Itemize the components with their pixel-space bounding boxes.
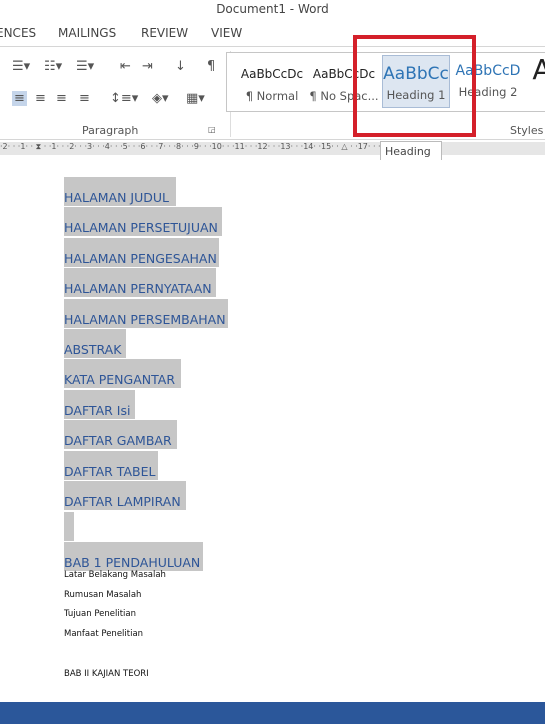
- heading-paragraph[interactable]: HALAMAN PERSETUJUAN: [64, 207, 222, 237]
- line-spacing-icon[interactable]: ↕≡▾: [110, 91, 138, 106]
- subheading-paragraph[interactable]: Manfaat Penelitian: [64, 629, 143, 639]
- style-normal[interactable]: AaBbCcDc ¶ Normal: [237, 59, 307, 109]
- heading-paragraph[interactable]: DAFTAR Isi: [64, 389, 135, 419]
- heading-paragraph[interactable]: HALAMAN PENGESAHAN: [64, 237, 219, 267]
- bullets-icon[interactable]: ☰▾: [12, 59, 30, 74]
- tab-view[interactable]: VIEW: [211, 26, 242, 40]
- chapter-heading[interactable]: BAB 1 PENDAHULUAN: [64, 542, 203, 571]
- subheading-paragraph[interactable]: Tujuan Penelitian: [64, 609, 136, 619]
- tab-mailings[interactable]: MAILINGS: [58, 26, 116, 40]
- align-right-icon[interactable]: ≡: [56, 91, 67, 106]
- tab-references[interactable]: ENCES: [0, 26, 36, 40]
- heading-paragraph[interactable]: DAFTAR GAMBAR: [64, 420, 177, 450]
- empty-selected-paragraph: [64, 512, 74, 541]
- sort-icon[interactable]: ↓: [175, 59, 186, 74]
- subheading-paragraph[interactable]: Latar Belakang Masalah: [64, 570, 166, 580]
- heading-paragraph[interactable]: ABSTRAK: [64, 329, 126, 358]
- decrease-indent-icon[interactable]: ⇤: [120, 59, 131, 74]
- heading-paragraph[interactable]: HALAMAN JUDUL: [64, 177, 176, 206]
- paragraph-group-label: Paragraph: [82, 124, 139, 137]
- styles-group-label: Styles: [510, 124, 544, 137]
- tab-review[interactable]: REVIEW: [141, 26, 188, 40]
- heading-paragraph[interactable]: KATA PENGANTAR: [64, 359, 181, 389]
- justify-icon[interactable]: ≡: [79, 91, 90, 106]
- heading-paragraph[interactable]: DAFTAR LAMPIRAN: [64, 481, 186, 510]
- status-bar: [0, 702, 545, 724]
- heading-paragraph[interactable]: DAFTAR TABEL: [64, 450, 158, 480]
- window-title: Document1 - Word: [216, 2, 329, 16]
- document-page[interactable]: HALAMAN JUDUL HALAMAN PERSETUJUAN HALAMAN …: [0, 160, 545, 702]
- heading-paragraph[interactable]: HALAMAN PERSEMBAHAN: [64, 298, 228, 328]
- highlight-annotation-box: [353, 35, 476, 137]
- align-center-icon[interactable]: ≡: [35, 91, 46, 106]
- shading-icon[interactable]: ◈▾: [152, 91, 169, 106]
- style-preview: A: [532, 53, 545, 86]
- style-title[interactable]: A: [527, 53, 545, 103]
- chapter-heading[interactable]: BAB II KAJIAN TEORI: [64, 669, 149, 679]
- align-left-icon[interactable]: ≡: [12, 91, 27, 106]
- paragraph-dialog-launcher-icon[interactable]: ◲: [208, 125, 216, 134]
- numbering-icon[interactable]: ☷▾: [44, 59, 62, 74]
- tooltip: Heading 1: [380, 141, 442, 171]
- heading-paragraph[interactable]: HALAMAN PERNYATAAN: [64, 268, 216, 298]
- pilcrow-icon[interactable]: ¶: [207, 59, 215, 74]
- paragraph-tools: ☰▾ ☷▾ ☰▾ ⇤ ⇥ ↓ ¶ ≡ ≡ ≡ ≡ ↕≡▾ ◈▾ ▦▾: [10, 59, 225, 119]
- multilevel-list-icon[interactable]: ☰▾: [76, 59, 94, 74]
- borders-icon[interactable]: ▦▾: [186, 91, 205, 106]
- style-preview: AaBbCcDc: [240, 67, 304, 81]
- increase-indent-icon[interactable]: ⇥: [142, 59, 153, 74]
- horizontal-ruler[interactable]: ·2· · ·1· · ⧗ · ·1· · ·2· · ·3· · ·4· · …: [0, 142, 545, 155]
- subheading-paragraph[interactable]: Rumusan Masalah: [64, 590, 141, 600]
- style-name: ¶ Normal: [245, 89, 299, 103]
